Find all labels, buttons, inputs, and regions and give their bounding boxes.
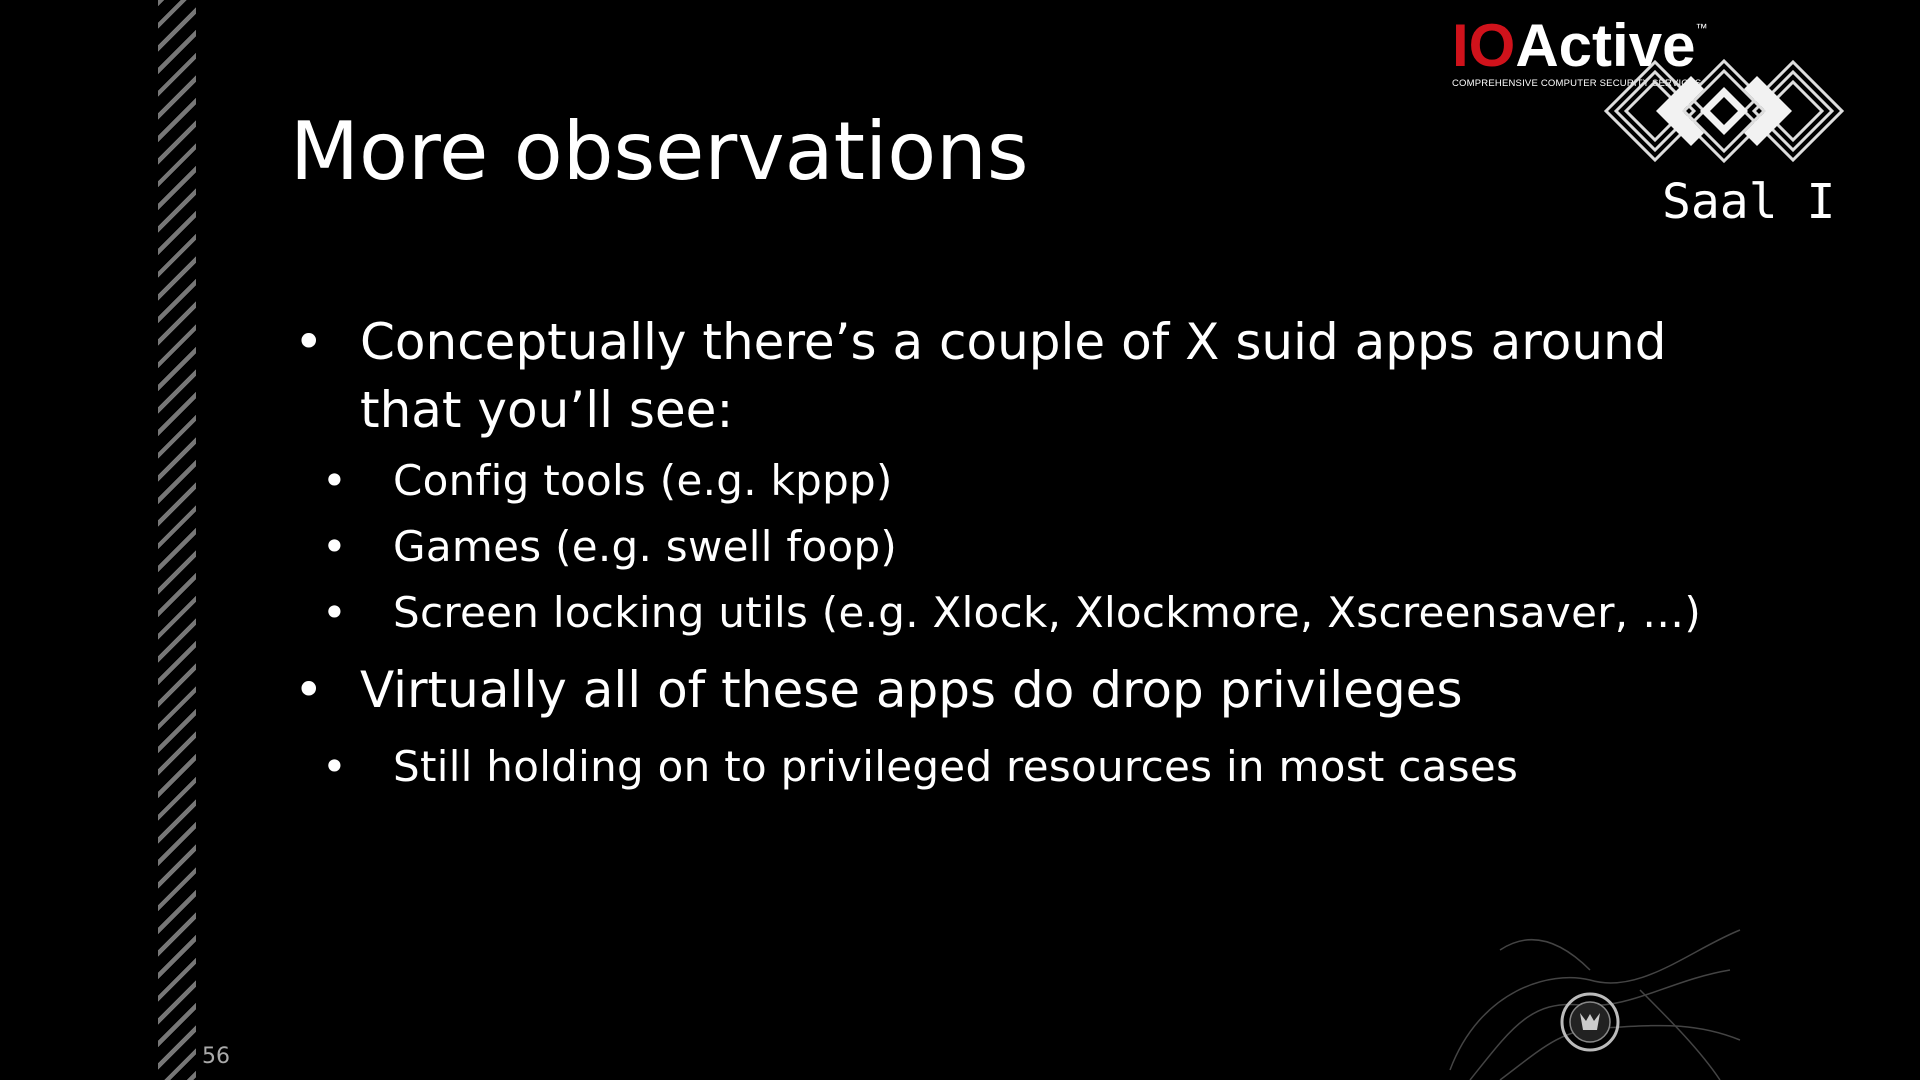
room-label: Saal I [1662, 174, 1836, 230]
sub-bullet-text: Config tools (e.g. kppp) [393, 456, 893, 505]
bullet-icon: • [322, 742, 348, 791]
bullet-icon: • [294, 313, 324, 371]
sub-bullet-item: • Screen locking utils (e.g. Xlock, Xloc… [290, 586, 1740, 640]
slide-content: • Conceptually there’s a couple of X sui… [290, 308, 1740, 794]
sub-bullet-item: • Config tools (e.g. kppp) [290, 454, 1740, 508]
bullet-item: • Conceptually there’s a couple of X sui… [290, 308, 1740, 444]
sub-bullet-text: Still holding on to privileged resources… [393, 742, 1519, 791]
page-number: 56 [202, 1044, 230, 1069]
bullet-icon: • [322, 456, 348, 505]
bullet-icon: • [322, 522, 348, 571]
sub-bullet-item: • Games (e.g. swell foop) [290, 520, 1740, 574]
sub-bullet-text: Games (e.g. swell foop) [393, 522, 898, 571]
logo-io-text: IO [1452, 12, 1516, 79]
smoke-emblem-icon [1449, 929, 1741, 1080]
ccc-logo [1603, 58, 1845, 164]
bullet-icon: • [294, 661, 324, 719]
logo-tm-text: ™ [1695, 21, 1708, 35]
decorative-stripes [158, 0, 196, 1080]
bullet-icon: • [322, 588, 348, 637]
bullet-text: Conceptually there’s a couple of X suid … [360, 313, 1667, 371]
sub-bullet-text: Screen locking utils (e.g. Xlock, Xlockm… [393, 588, 1702, 637]
bullet-item: • Virtually all of these apps do drop pr… [290, 656, 1740, 724]
bullet-text: Virtually all of these apps do drop priv… [360, 661, 1463, 719]
bullet-text-continuation: that you’ll see: [360, 381, 734, 439]
sub-bullet-item: • Still holding on to privileged resourc… [290, 740, 1740, 794]
slide-title: More observations [290, 105, 1029, 198]
